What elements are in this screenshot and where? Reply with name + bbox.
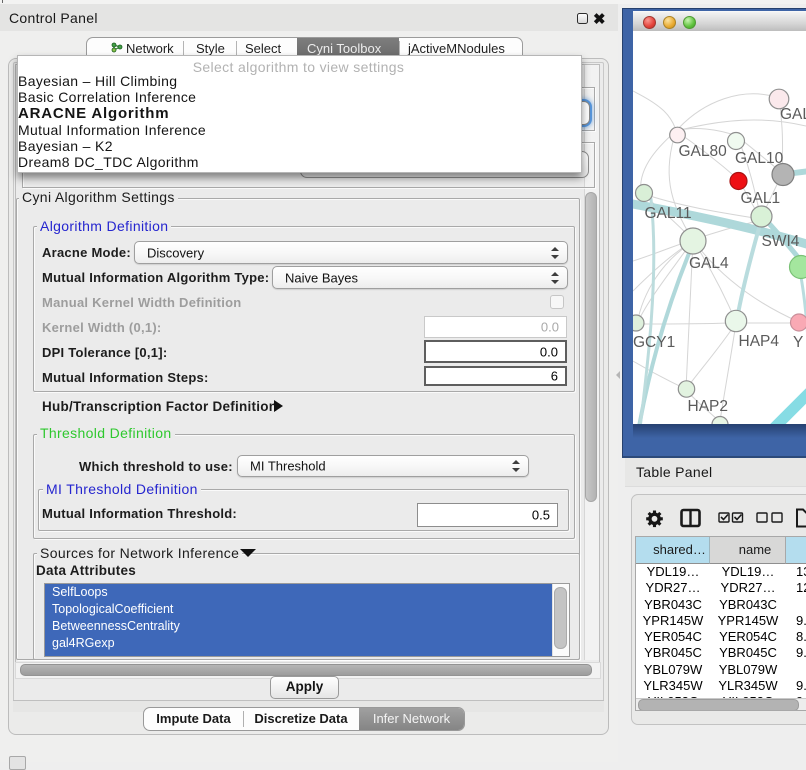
svg-text:GAL10: GAL10 [735, 150, 784, 167]
svg-text:GAL11: GAL11 [645, 205, 692, 222]
svg-text:SWI4: SWI4 [762, 233, 800, 250]
svg-text:HAP2: HAP2 [688, 398, 729, 415]
svg-text:Y: Y [793, 334, 803, 351]
svg-text:GCY1: GCY1 [633, 334, 675, 351]
svg-text:GAL7: GAL7 [780, 106, 806, 123]
svg-text:GAL1: GAL1 [741, 190, 781, 207]
svg-text:GAL80: GAL80 [679, 143, 728, 160]
svg-text:HAP4: HAP4 [739, 333, 780, 350]
svg-text:GAL4: GAL4 [689, 255, 729, 272]
